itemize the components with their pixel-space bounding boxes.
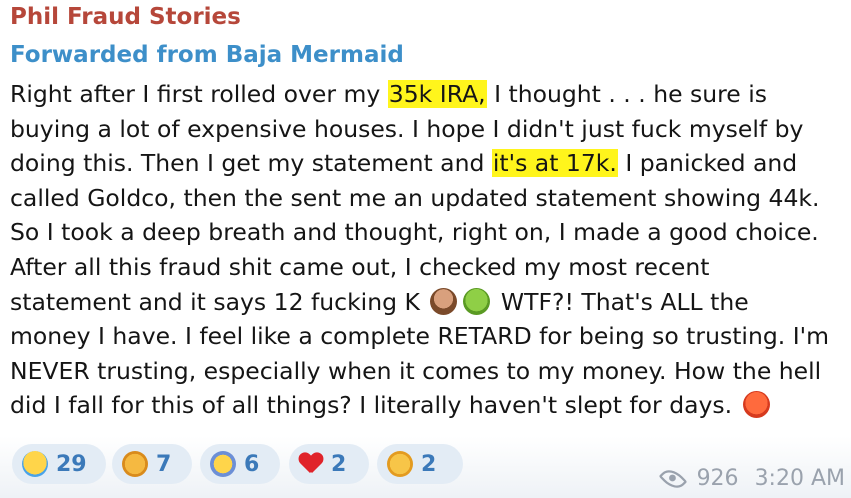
timestamp: 3:20 AM [754, 466, 845, 491]
highlighted-text: 35k IRA, [387, 80, 487, 108]
reaction-scream[interactable]: 6 [200, 444, 280, 484]
text-segment: Right after I first rolled over my [10, 80, 388, 108]
crying-face-icon [22, 451, 48, 477]
reaction-clap[interactable]: 2 [377, 444, 463, 484]
message-bubble: Phil Fraud Stories Forwarded from Baja M… [0, 0, 851, 498]
sick-emoji-icon [463, 287, 491, 315]
view-count: 926 [696, 466, 739, 491]
screaming-face-icon [210, 451, 236, 477]
message-line: buying a lot of expensive houses. I hope… [10, 114, 804, 143]
message-line: doing this. Then I get my statement and … [10, 146, 842, 181]
reaction-count: 2 [331, 451, 347, 477]
message-line: called Goldco, then the sent me an updat… [10, 183, 820, 212]
reaction-count: 29 [56, 451, 87, 477]
message-line: did I fall for this of all things? I lit… [10, 388, 842, 423]
folded-hands-icon [122, 451, 148, 477]
message-text: Right after I first rolled over my 35k I… [10, 77, 842, 423]
message-line: NEVER trusting, especially when it comes… [10, 356, 822, 385]
highlighted-text: it's at 17k. [491, 149, 618, 178]
message-meta: 926 3:20 AM [657, 464, 845, 493]
text-segment: I thought . . . he sure is [486, 80, 767, 108]
reactions-bar: 29 7 6 2 2 926 3:20 AM [0, 436, 851, 498]
text-segment: statement and it says 12 fucking K [10, 287, 420, 316]
text-segment: doing this. Then I get my statement and [10, 149, 492, 178]
text-segment: did I fall for this of all things? I lit… [10, 391, 733, 420]
clapping-hands-icon [387, 451, 413, 477]
message-line: money I have. I feel like a complete RET… [10, 322, 829, 351]
forwarded-from[interactable]: Forwarded from Baja Mermaid [10, 42, 404, 68]
reaction-pray[interactable]: 7 [112, 444, 192, 484]
message-line: Right after I first rolled over my 35k I… [10, 77, 842, 112]
channel-name[interactable]: Phil Fraud Stories [10, 4, 241, 30]
reaction-count: 2 [421, 451, 437, 477]
message-line: After all this fraud shit came out, I ch… [10, 252, 710, 281]
eye-icon [658, 464, 687, 493]
facepalm-emoji-icon [430, 287, 458, 315]
reaction-count: 7 [156, 451, 172, 477]
text-segment: WTF?! That's ALL the [493, 287, 749, 316]
reaction-count: 6 [244, 451, 260, 477]
reaction-heart[interactable]: 2 [289, 444, 369, 484]
text-segment: I panicked and [617, 149, 798, 178]
angry-emoji-icon [742, 391, 770, 419]
message-line: statement and it says 12 fucking K WTF?!… [10, 285, 842, 320]
red-heart-icon [299, 453, 323, 475]
message-line: So I took a deep breath and thought, rig… [10, 218, 819, 247]
reaction-crying[interactable]: 29 [12, 444, 106, 484]
